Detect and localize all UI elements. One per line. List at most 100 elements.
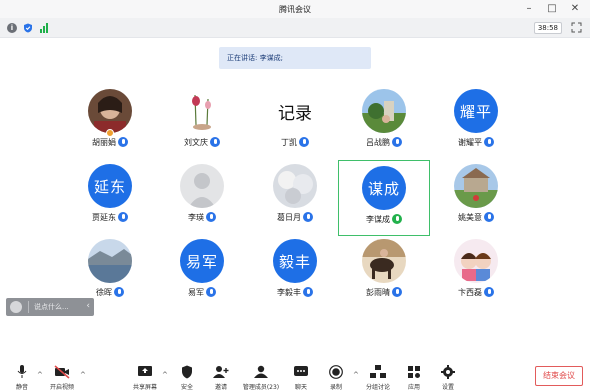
participant-tile[interactable]: 刘文庆 — [156, 83, 248, 159]
chat-input[interactable]: 说点什么... — [34, 302, 69, 312]
close-button[interactable]: ✕ — [567, 2, 583, 16]
participant-tile[interactable]: 耀平 谢耀平 — [430, 83, 522, 159]
participant-tile[interactable]: 吕战鹏 — [338, 83, 430, 159]
info-icon[interactable]: i — [7, 23, 17, 33]
participant-tile[interactable]: 易军 易军 — [156, 233, 248, 309]
share-screen-label: 共享屏幕 — [132, 384, 157, 391]
participant-tile[interactable]: 毅丰 李毅丰 — [249, 233, 341, 309]
participant-name: 贾延东 — [92, 213, 116, 222]
add-user-icon — [213, 366, 229, 378]
breakout-icon — [370, 365, 386, 378]
share-screen-button[interactable]: 共享屏幕 — [128, 362, 162, 392]
participant-tile[interactable]: 葛日月 — [249, 158, 341, 234]
microphone-icon — [392, 287, 402, 297]
avatar: 易军 — [180, 239, 224, 283]
record-options-chevron-icon[interactable]: ^ — [353, 371, 359, 379]
avatar: 耀平 — [454, 89, 498, 133]
shield-icon[interactable] — [23, 23, 33, 33]
record-label: 录制 — [329, 384, 342, 391]
emoji-icon[interactable] — [10, 301, 22, 313]
status-bar: i 38:58 — [0, 18, 590, 38]
microphone-icon — [484, 137, 494, 147]
microphone-icon — [484, 287, 494, 297]
speaking-indicator: 正在讲话: 李谋成; — [219, 47, 371, 69]
host-badge-icon — [106, 129, 114, 137]
participant-name: 刘文庆 — [184, 138, 208, 147]
end-meeting-button[interactable]: 结束会议 — [535, 366, 583, 386]
participant-tile[interactable]: 胡丽娟 — [64, 83, 156, 159]
participant-name: 谢耀平 — [458, 138, 482, 147]
bottom-toolbar: 静音 ^ 开启视频 ^ 共享屏幕 ^ 安全 邀请 管理成员(23) 聊天 录制 … — [0, 362, 590, 392]
manage-members-button[interactable]: 管理成员(23) — [243, 362, 279, 392]
invite-button[interactable]: 邀请 — [204, 362, 238, 392]
breakout-rooms-button[interactable]: 分组讨论 — [361, 362, 395, 392]
video-options-chevron-icon[interactable]: ^ — [80, 371, 86, 379]
members-icon — [254, 365, 268, 378]
record-button[interactable]: 录制 — [319, 362, 353, 392]
participant-tile[interactable]: 延东 贾延东 — [64, 158, 156, 234]
fullscreen-icon[interactable] — [571, 22, 582, 33]
avatar: 记录 — [273, 89, 317, 133]
participant-name: 卞西磊 — [458, 288, 482, 297]
microphone-speaking-icon — [392, 214, 402, 224]
settings-button[interactable]: 设置 — [431, 362, 465, 392]
participant-tile[interactable]: 姚美意 — [430, 158, 522, 234]
collapse-chat-icon[interactable]: ‹ — [86, 301, 90, 311]
microphone-icon — [114, 287, 124, 297]
record-icon — [329, 365, 343, 379]
avatar — [362, 239, 406, 283]
avatar — [88, 89, 132, 133]
microphone-icon — [17, 365, 27, 378]
participant-name: 吕战鹏 — [366, 138, 390, 147]
participant-name: 李毅丰 — [277, 288, 301, 297]
network-signal-icon[interactable] — [40, 23, 50, 33]
meeting-timer: 38:58 — [533, 22, 562, 34]
participant-name: 胡丽娟 — [92, 138, 116, 147]
microphone-icon — [303, 287, 313, 297]
participant-tile[interactable]: 李瑛 — [156, 158, 248, 234]
participant-tile[interactable]: 卞西磊 — [430, 233, 522, 309]
avatar — [454, 164, 498, 208]
avatar: 毅丰 — [273, 239, 317, 283]
participant-name: 彭雨晴 — [366, 288, 390, 297]
participant-tile[interactable]: 记录 丁凯 — [249, 83, 341, 159]
avatar — [180, 89, 224, 133]
microphone-icon — [392, 137, 402, 147]
start-video-button[interactable]: 开启视频 — [45, 362, 79, 392]
mute-button[interactable]: 静音 — [5, 362, 39, 392]
share-options-chevron-icon[interactable]: ^ — [162, 371, 168, 379]
microphone-icon — [303, 212, 313, 222]
title-bar: 腾讯会议 – □ ✕ — [0, 0, 590, 18]
settings-label: 设置 — [441, 384, 454, 391]
minimize-button[interactable]: – — [521, 2, 537, 16]
microphone-icon — [206, 212, 216, 222]
avatar — [180, 164, 224, 208]
avatar: 延东 — [88, 164, 132, 208]
avatar — [273, 164, 317, 208]
audio-options-chevron-icon[interactable]: ^ — [37, 371, 43, 379]
participant-name: 李谋成 — [366, 215, 390, 224]
microphone-icon — [299, 137, 309, 147]
avatar — [88, 239, 132, 283]
microphone-icon — [118, 212, 128, 222]
maximize-button[interactable]: □ — [544, 2, 560, 16]
share-screen-icon — [138, 366, 152, 376]
chat-divider — [28, 301, 29, 313]
avatar-calligraphy: 记录 — [278, 103, 312, 124]
microphone-icon — [206, 287, 216, 297]
window-title: 腾讯会议 — [279, 5, 311, 14]
avatar: 谋成 — [362, 166, 406, 210]
participant-name: 徐晖 — [96, 288, 112, 297]
active-speaker-tile[interactable]: 谋成 李谋成 — [338, 160, 430, 236]
participant-name: 姚美意 — [458, 213, 482, 222]
shield-icon — [182, 365, 192, 379]
camera-off-icon — [54, 365, 70, 379]
chat-icon — [294, 366, 308, 376]
participant-name: 易军 — [188, 288, 204, 297]
participant-tile[interactable]: 彭雨晴 — [338, 233, 430, 309]
microphone-icon — [210, 137, 220, 147]
avatar — [362, 89, 406, 133]
participant-name: 丁凯 — [281, 138, 297, 147]
chat-input-bar[interactable]: 说点什么... ‹ — [6, 298, 94, 316]
start-video-label: 开启视频 — [49, 384, 74, 391]
